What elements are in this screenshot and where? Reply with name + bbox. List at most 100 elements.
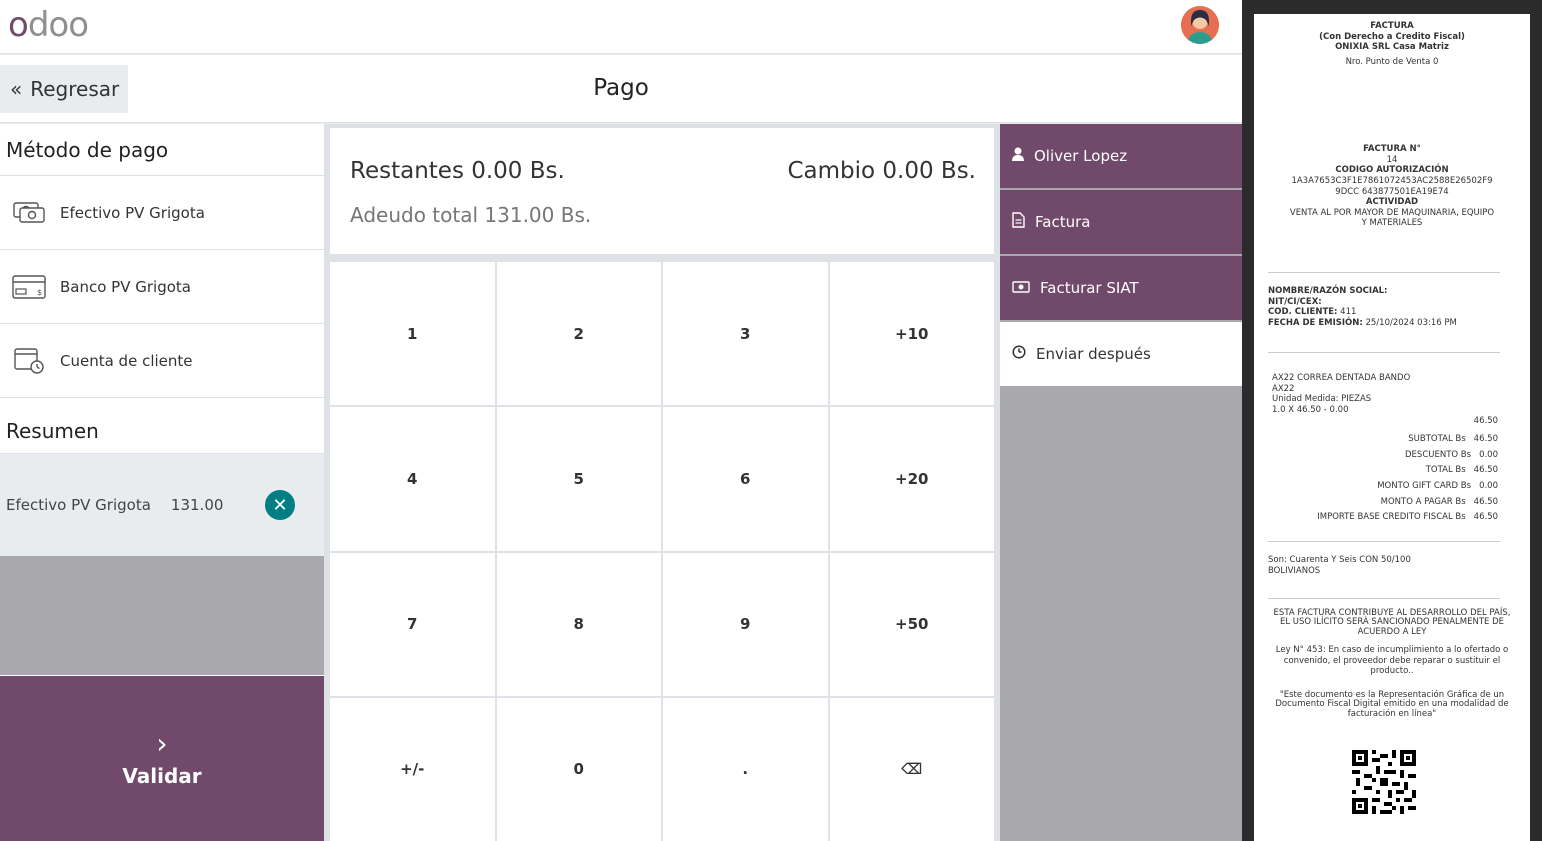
product-qty: 1.0 X 46.50 - 0.00 [1272, 404, 1349, 415]
payment-method-cash[interactable]: Efectivo PV Grigota [0, 176, 324, 250]
total-value: 0.00 [1479, 449, 1498, 460]
date-value: 25/10/2024 03:16 PM [1365, 317, 1457, 328]
digital-document-legend: "Este documento es la Representación Grá… [1275, 690, 1509, 719]
total-label: MONTO GIFT CARD Bs [1377, 480, 1472, 491]
payment-actions-panel: Oliver Lopez Factura Facturar SIAT Envia… [1000, 124, 1242, 841]
total-label: SUBTOTAL Bs [1408, 434, 1466, 444]
user-avatar-icon[interactable] [1181, 6, 1219, 44]
receipt-divider [1268, 272, 1500, 273]
receipt-preview-pane: FACTURA (Con Derecho a Credito Fiscal) O… [1242, 0, 1542, 841]
total-label: MONTO A PAGAR Bs [1380, 496, 1466, 507]
receipt-total-row: SUBTOTAL Bs 46.50 [1272, 434, 1498, 445]
payment-method-bank[interactable]: $ Banco PV Grigota [0, 250, 324, 324]
numpad-key-1[interactable]: 1 [330, 262, 495, 406]
receipt-totals: SUBTOTAL Bs 46.50 DESCUENTO Bs 0.00 TOTAL … [1272, 434, 1498, 523]
customer-label: Oliver Lopez [1034, 147, 1128, 165]
payment-method-label: Cuenta de cliente [60, 351, 193, 370]
invoice-no: 14 [1386, 154, 1398, 165]
invoice-button[interactable]: Factura [1000, 190, 1242, 254]
send-later-button[interactable]: Enviar después [1000, 322, 1242, 386]
payment-center: Restantes 0.00 Bs. Cambio 0.00 Bs. Adeud… [324, 124, 1000, 841]
customer-button[interactable]: Oliver Lopez [1000, 124, 1242, 188]
qr-code-icon [1352, 750, 1416, 814]
total-label: DESCUENTO Bs [1405, 449, 1472, 460]
numpad-key-6[interactable]: 6 [663, 407, 828, 551]
payment-methods-panel: Método de pago Efectivo PV Grigota $ Ban… [0, 124, 324, 841]
remaining-value: 0.00 Bs. [471, 158, 565, 184]
name-label: NOMBRE/RAZÓN SOCIAL: [1268, 286, 1388, 296]
change-value: 0.00 Bs. [882, 158, 976, 184]
numpad-key-8[interactable]: 8 [496, 552, 661, 696]
bank-card-icon: $ [12, 274, 46, 300]
receipt: FACTURA (Con Derecho a Credito Fiscal) O… [1254, 14, 1530, 841]
payment-methods-title: Método de pago [0, 124, 324, 176]
auth-code: 9DCC 643877501EA19E74 [1335, 186, 1449, 197]
siat-invoice-label: Facturar SIAT [1040, 279, 1139, 297]
receipt-customer-info: NOMBRE/RAZÓN SOCIAL: NIT/CI/CEX: COD. CL… [1268, 286, 1516, 329]
chevron-right-icon: › [156, 726, 168, 760]
top-bar: odoo [0, 0, 1242, 54]
activity: VENTA AL POR MAYOR DE MAQUINARIA, EQUIPO… [1289, 207, 1495, 229]
back-button[interactable]: « Regresar [0, 65, 128, 113]
receipt-header-line: ONIXIA SRL Casa Matriz [1335, 42, 1449, 53]
numpad-key-2[interactable]: 2 [496, 262, 661, 406]
payment-header: « Regresar Pago [0, 55, 1242, 123]
remaining-amount: Restantes 0.00 Bs. [350, 158, 565, 184]
backspace-icon[interactable]: ⌫ [829, 697, 994, 841]
cash-icon [12, 200, 46, 226]
customer-account-icon [12, 347, 46, 374]
numpad-key-plus20[interactable]: +20 [829, 407, 994, 551]
payment-method-customer-account[interactable]: Cuenta de cliente [0, 324, 324, 398]
product-name: AX22 CORREA DENTADA BANDO [1272, 373, 1411, 383]
money-icon [1012, 279, 1030, 297]
legal-legend: ESTA FACTURA CONTRIBUYE AL DESARROLLO DE… [1273, 608, 1511, 637]
numpad-key-sign[interactable]: +/- [330, 697, 495, 841]
numpad-key-plus50[interactable]: +50 [829, 552, 994, 696]
product-unit: Unidad Medida: PIEZAS [1272, 394, 1372, 405]
siat-invoice-button[interactable]: Facturar SIAT [1000, 256, 1242, 320]
document-icon [1012, 212, 1025, 232]
receipt-product: AX22 CORREA DENTADA BANDO AX22 Unidad Me… [1272, 373, 1498, 426]
send-later-label: Enviar después [1036, 345, 1151, 363]
receipt-total-row: MONTO GIFT CARD Bs 0.00 [1272, 481, 1498, 492]
total-label: IMPORTE BASE CREDITO FISCAL Bs [1317, 512, 1466, 523]
numpad-key-plus10[interactable]: +10 [829, 262, 994, 406]
auth-code: 1A3A7653C3F1E7861072453AC2588E26502F9 [1291, 175, 1493, 186]
remove-payment-icon[interactable]: ✕ [265, 490, 295, 520]
numpad-key-9[interactable]: 9 [663, 552, 828, 696]
receipt-header: FACTURA (Con Derecho a Credito Fiscal) O… [1268, 21, 1516, 53]
payment-status: Restantes 0.00 Bs. Cambio 0.00 Bs. Adeud… [330, 128, 994, 254]
payment-line[interactable]: Efectivo PV Grigota 131.00 ✕ [0, 454, 324, 556]
numpad-key-5[interactable]: 5 [496, 407, 661, 551]
receipt-header-line: (Con Derecho a Credito Fiscal) [1319, 31, 1465, 42]
numpad-key-7[interactable]: 7 [330, 552, 495, 696]
numpad: 1 2 3 +10 4 5 6 +20 7 8 9 +50 +/- 0 . ⌫ [330, 262, 994, 841]
invoice-no-label: FACTURA N° [1363, 144, 1421, 154]
numpad-key-3[interactable]: 3 [663, 262, 828, 406]
total-value: 46.50 [1473, 434, 1498, 444]
numpad-key-decimal[interactable]: . [663, 697, 828, 841]
total-label: TOTAL Bs [1425, 465, 1466, 476]
numpad-key-4[interactable]: 4 [330, 407, 495, 551]
product-total: 46.50 [1473, 415, 1498, 426]
receipt-total-row: DESCUENTO Bs 0.00 [1272, 450, 1498, 461]
receipt-divider [1268, 352, 1500, 353]
total-due: Adeudo total 131.00 Bs. [350, 203, 591, 227]
amount-in-words: Son: Cuarenta Y Seis CON 50/100 BOLIVIAN… [1268, 555, 1411, 576]
payment-method-label: Efectivo PV Grigota [60, 203, 205, 222]
date-label: FECHA DE EMISIÓN: [1268, 317, 1363, 328]
receipt-total-row: IMPORTE BASE CREDITO FISCAL Bs 46.50 [1272, 512, 1498, 523]
total-value: 0.00 [1479, 480, 1498, 491]
receipt-divider [1268, 598, 1500, 599]
numpad-key-0[interactable]: 0 [496, 697, 661, 841]
invoice-label: Factura [1035, 213, 1091, 231]
left-empty-area [0, 556, 324, 675]
validate-button[interactable]: › Validar [0, 676, 324, 841]
client-label: COD. CLIENTE: [1268, 307, 1338, 318]
double-chevron-left-icon: « [10, 77, 23, 101]
user-icon [1012, 147, 1024, 165]
payment-line-method: Efectivo PV Grigota [6, 496, 151, 514]
receipt-total-row: TOTAL Bs 46.50 [1272, 465, 1498, 476]
client-value: 411 [1340, 307, 1357, 318]
validate-label: Validar [122, 763, 202, 788]
